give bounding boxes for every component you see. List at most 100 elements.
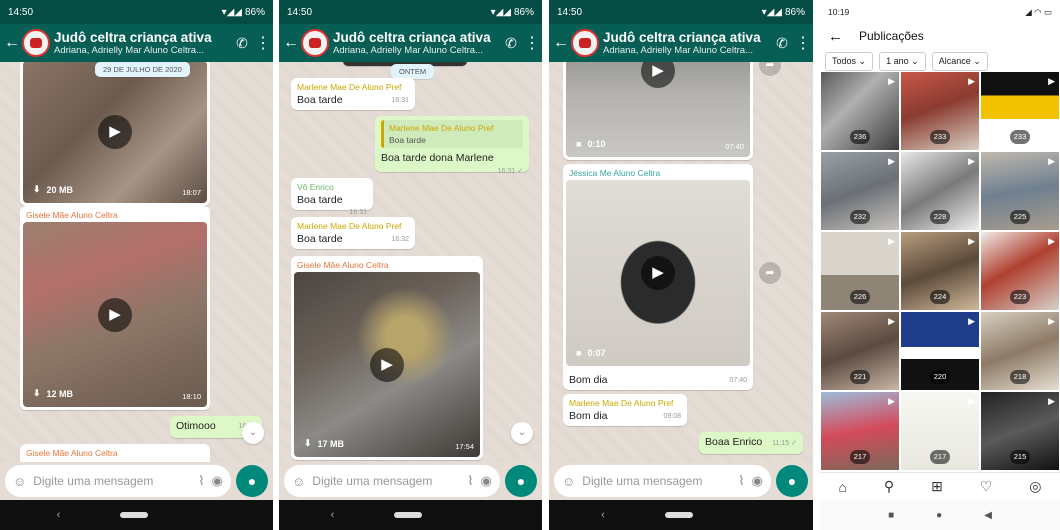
play-icon[interactable]: ▶ xyxy=(370,347,404,382)
mic-icon[interactable]: ● xyxy=(776,465,808,497)
camera-icon[interactable]: ◉ xyxy=(481,473,492,489)
video-message[interactable]: Gisele Mãe Aluno Celtra ▶ ⬇ 17 MB 17:54 xyxy=(291,256,483,460)
sender-name[interactable]: Marlene Mae De Aluno Pref xyxy=(297,221,409,231)
back-nav-icon[interactable]: ‹ xyxy=(57,509,61,521)
chat-area[interactable]: ▶ ■ 0:10 07:40 ➦ Jéssica Me Aluno Celtra … xyxy=(549,62,813,462)
more-vert-icon[interactable]: ⋮ xyxy=(255,33,271,53)
back-arrow-icon[interactable]: ← xyxy=(283,34,299,52)
post-tile[interactable]: ▶ 233 xyxy=(901,72,979,150)
filter-metric[interactable]: Alcance ⌄ xyxy=(931,51,988,71)
post-tile[interactable]: ▶ 224 xyxy=(901,232,979,310)
profile-icon[interactable]: ◎ xyxy=(1029,478,1041,495)
attach-icon[interactable]: ⌇ xyxy=(198,473,204,489)
play-icon[interactable]: ▶ xyxy=(641,256,675,290)
emoji-icon[interactable]: ☺ xyxy=(562,474,575,489)
emoji-icon[interactable]: ☺ xyxy=(13,474,26,489)
mic-icon[interactable]: ● xyxy=(505,465,537,497)
post-tile[interactable]: ▶ 218 xyxy=(981,312,1059,390)
post-tile[interactable]: ▶ 223 xyxy=(981,232,1059,310)
message-input[interactable]: ☺ Digite uma mensagem ⌇ ◉ xyxy=(284,465,500,497)
home-pill[interactable] xyxy=(394,512,423,518)
video-thumbnail[interactable]: ▶ ⬇ 12 MB 18:10 xyxy=(23,222,207,407)
message-input-placeholder[interactable]: Digite uma mensagem xyxy=(312,474,460,488)
back-arrow-icon[interactable]: ← xyxy=(4,34,20,52)
more-vert-icon[interactable]: ⋮ xyxy=(524,33,540,53)
group-avatar[interactable] xyxy=(301,29,329,57)
camera-icon[interactable]: ◉ xyxy=(752,473,763,489)
post-tile[interactable]: ▶ 228 xyxy=(901,152,979,230)
chat-area[interactable]: ONTEM Marlene Mae De Aluno Pref Boa tard… xyxy=(279,62,542,462)
message-bubble[interactable]: Marlene Mae De Aluno Pref Bom dia 09:08 xyxy=(563,394,687,426)
home-pill[interactable] xyxy=(120,512,149,518)
sender-name[interactable]: Marlene Mae De Aluno Pref xyxy=(569,398,681,408)
chat-header[interactable]: ← Judô celtra criança ativa Adriana, Adr… xyxy=(0,24,273,62)
add-call-icon[interactable]: ✆ xyxy=(773,35,791,52)
play-icon[interactable]: ▶ xyxy=(641,62,675,88)
chat-title[interactable]: Judô celtra criança ativa xyxy=(333,30,498,45)
video-message[interactable]: ▶ ■ 0:10 07:40 xyxy=(563,62,753,160)
add-post-icon[interactable]: ⊞ xyxy=(931,478,943,495)
forward-icon[interactable]: ➦ xyxy=(759,62,781,76)
video-message[interactable]: ▶ ⬇ 20 MB 18:07 xyxy=(20,62,210,206)
mic-icon[interactable]: ● xyxy=(236,465,268,497)
post-tile[interactable]: ▶ 220 xyxy=(901,312,979,390)
download-icon[interactable]: ⬇ xyxy=(304,438,312,449)
message-input[interactable]: ☺ Digite uma mensagem ⌇ ◉ xyxy=(5,465,231,497)
sender-name[interactable]: Gisele Mãe Aluno Celtra xyxy=(26,448,204,458)
message-input-placeholder[interactable]: Digite uma mensagem xyxy=(33,474,191,488)
video-thumbnail[interactable]: ▶ ⬇ 20 MB 18:07 xyxy=(23,62,207,203)
add-call-icon[interactable]: ✆ xyxy=(233,35,251,52)
post-tile[interactable]: ▶ 232 xyxy=(821,152,899,230)
message-bubble[interactable]: Marlene Mae De Aluno Pref Boa tarde 16:3… xyxy=(291,217,415,249)
search-icon[interactable]: ⚲ xyxy=(884,478,894,495)
home-nav-icon[interactable]: ● xyxy=(936,510,942,521)
video-message[interactable]: Jéssica Me Aluno Celtra ▶ ■ 0:07 Bom dia … xyxy=(563,164,753,390)
message-input-placeholder[interactable]: Digite uma mensagem xyxy=(582,474,731,488)
home-pill[interactable] xyxy=(664,512,693,518)
post-tile[interactable]: ▶ 215 xyxy=(981,392,1059,470)
video-thumbnail[interactable]: ▶ ■ 0:10 07:40 xyxy=(566,62,750,157)
video-message[interactable]: Gisele Mãe Aluno Celtra ▶ ⬇ 12 MB 18:10 xyxy=(20,206,210,410)
filter-period[interactable]: 1 ano ⌄ xyxy=(879,51,926,71)
more-vert-icon[interactable]: ⋮ xyxy=(795,33,811,53)
message-bubble[interactable]: Vô Enrico Boa tarde 16:31 xyxy=(291,178,373,216)
outgoing-reply-message[interactable]: Marlene Mae De Aluno Pref Boa tarde Boa … xyxy=(375,116,529,175)
emoji-icon[interactable]: ☺ xyxy=(292,474,305,489)
post-tile[interactable]: ▶ 217 xyxy=(901,392,979,470)
home-icon[interactable]: ⌂ xyxy=(838,479,846,495)
add-call-icon[interactable]: ✆ xyxy=(502,35,520,52)
post-tile[interactable]: ▶ 225 xyxy=(981,152,1059,230)
forward-icon[interactable]: ➦ xyxy=(759,262,781,284)
outgoing-message[interactable]: Boaa Enrico 11:15 ✓ xyxy=(699,432,803,454)
quoted-message[interactable]: Marlene Mae De Aluno Pref Boa tarde xyxy=(381,120,523,148)
camera-icon[interactable]: ◉ xyxy=(212,473,223,489)
back-arrow-icon[interactable]: ← xyxy=(553,34,569,52)
post-tile[interactable]: ▶ 226 xyxy=(821,232,899,310)
sender-name[interactable]: Vô Enrico xyxy=(297,182,367,192)
back-nav-icon[interactable]: ‹ xyxy=(601,509,605,521)
message-bubble[interactable]: Marlene Mae De Aluno Pref Boa tarde 16:3… xyxy=(291,78,415,110)
message-input[interactable]: ☺ Digite uma mensagem ⌇ ◉ xyxy=(554,465,771,497)
scroll-down-button[interactable]: ⌄ xyxy=(511,422,533,444)
download-icon[interactable]: ⬇ xyxy=(33,184,41,195)
play-icon[interactable]: ▶ xyxy=(98,115,132,149)
video-thumbnail[interactable]: ▶ ■ 0:07 xyxy=(566,180,750,366)
message-bubble[interactable]: Gisele Mãe Aluno Celtra xyxy=(20,444,210,462)
chat-title[interactable]: Judô celtra criança ativa xyxy=(54,30,229,45)
chat-header[interactable]: ← Judô celtra criança ativa Adriana, Adr… xyxy=(279,24,542,62)
post-tile[interactable]: ▶ 217 xyxy=(821,392,899,470)
post-tile[interactable]: ▶ 233 xyxy=(981,72,1059,150)
sender-name[interactable]: Gisele Mãe Aluno Celtra xyxy=(297,260,477,270)
attach-icon[interactable]: ⌇ xyxy=(467,473,473,489)
recents-nav-icon[interactable]: ■ xyxy=(888,510,894,521)
attach-icon[interactable]: ⌇ xyxy=(738,473,744,489)
chat-header[interactable]: ← Judô celtra criança ativa Adriana, Adr… xyxy=(549,24,813,62)
group-avatar[interactable] xyxy=(22,29,50,57)
sender-name[interactable]: Marlene Mae De Aluno Pref xyxy=(297,82,409,92)
filter-type[interactable]: Todos ⌄ xyxy=(825,51,874,71)
back-arrow-icon[interactable]: ← xyxy=(828,28,843,45)
post-tile[interactable]: ▶ 221 xyxy=(821,312,899,390)
heart-icon[interactable]: ♡ xyxy=(980,478,993,495)
video-thumbnail[interactable]: ▶ ⬇ 17 MB 17:54 xyxy=(294,272,480,457)
scroll-down-button[interactable]: ⌄ xyxy=(242,422,264,444)
